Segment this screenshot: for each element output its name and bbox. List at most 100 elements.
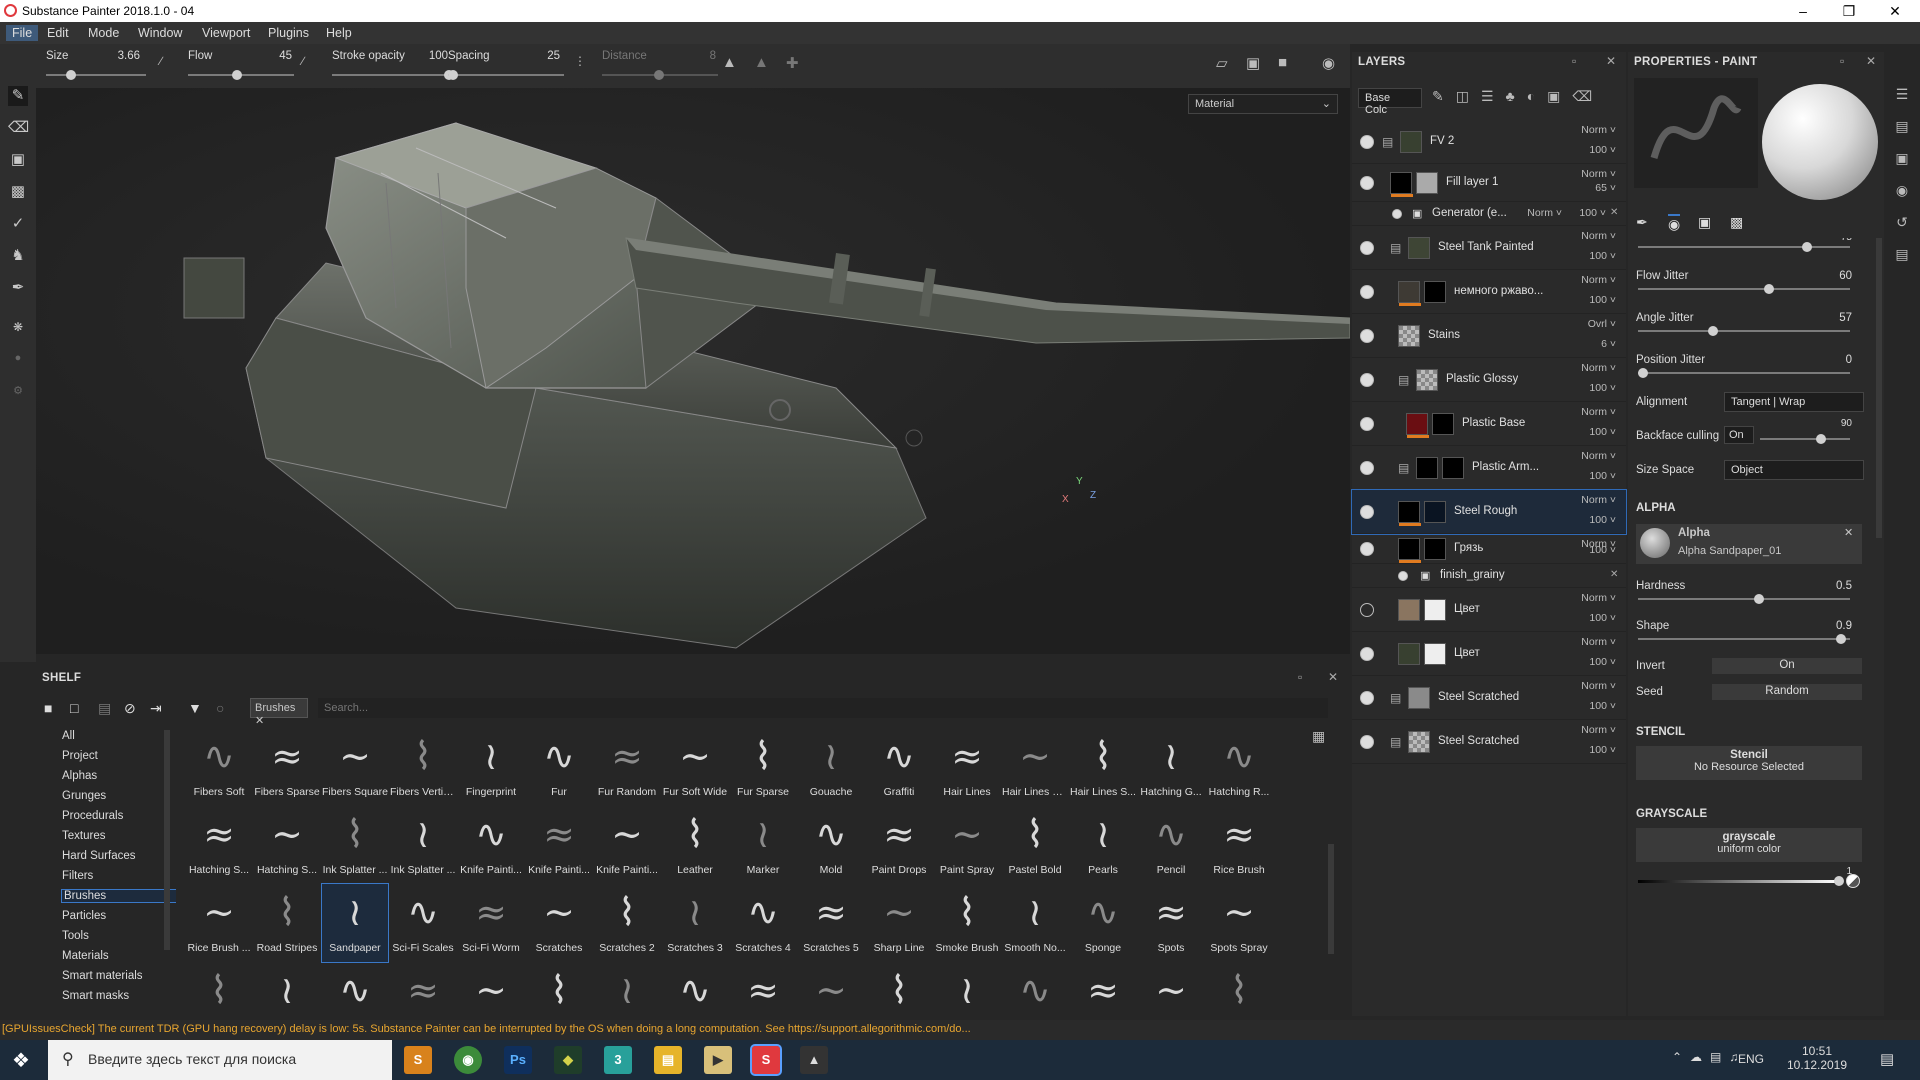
layer-opacity[interactable]: 100 ˅ [1566, 144, 1616, 156]
alignment-select[interactable]: Tangent | Wrap [1724, 392, 1864, 412]
brush-item[interactable]: ∿ Mold [798, 806, 864, 884]
projection-icon[interactable]: ▣ [8, 150, 28, 170]
grayscale-resource[interactable]: grayscale uniform color [1636, 828, 1862, 862]
new-item-icon[interactable]: □ [70, 700, 78, 716]
brush-item[interactable]: ⌇ [526, 962, 592, 1016]
viewport-material-select[interactable]: Material ⌄ [1188, 94, 1338, 114]
category-scrollbar[interactable] [164, 730, 170, 950]
remove-alpha-icon[interactable]: ✕ [1844, 526, 1853, 539]
brush-item[interactable]: ∼ Hatching S... [254, 806, 320, 884]
undock-icon[interactable]: ▫ [1572, 54, 1576, 68]
shelf-category-item[interactable]: Particles [62, 910, 106, 922]
brush-item[interactable]: ⌇ [186, 962, 252, 1016]
brush-item[interactable]: ∼ Hair Lines D... [1002, 728, 1068, 806]
iray-icon[interactable]: ● [8, 352, 28, 372]
layer-thumbnail[interactable] [1398, 281, 1421, 306]
file-explorer-icon[interactable]: ▤ [654, 1046, 682, 1074]
layer-mask-thumbnail[interactable] [1424, 501, 1446, 523]
brush-item[interactable]: ⌇ Ink Splatter ... [322, 806, 388, 884]
layer-name[interactable]: Stains [1428, 329, 1460, 341]
size-space-select[interactable]: Object [1724, 460, 1864, 480]
layer-name[interactable]: Fill layer 1 [1446, 176, 1498, 188]
visibility-eye-icon[interactable] [1360, 176, 1374, 190]
brush-item[interactable]: ∼ Rice Brush ... [186, 884, 252, 962]
brush-item[interactable]: ≈ [1070, 962, 1136, 1016]
menu-file[interactable]: File [6, 25, 39, 41]
brush-item[interactable]: ≈ Knife Painti... [526, 806, 592, 884]
size-jitter-slider[interactable] [1638, 242, 1850, 252]
brush-item[interactable]: ∿ Fibers Soft [186, 728, 252, 806]
brush-item[interactable]: ≀ Sandpaper [321, 883, 389, 963]
layer-row[interactable]: ▤ Steel Scratched Norm ˅ 100 ˅ [1352, 676, 1626, 720]
brush-item[interactable]: ∿ [322, 962, 388, 1016]
position-jitter-slider[interactable] [1638, 368, 1850, 378]
visibility-eye-icon[interactable] [1360, 691, 1374, 705]
camera-icon[interactable]: ■ [1278, 54, 1287, 71]
brush-item[interactable]: ⌇ Fur Sparse [730, 728, 796, 806]
notification-icon[interactable]: ▤ [1880, 1050, 1894, 1068]
layer-thumbnail[interactable] [1398, 538, 1421, 563]
chrome-app-icon[interactable]: ◉ [454, 1046, 482, 1074]
screenshot-icon[interactable]: ◉ [1322, 54, 1335, 72]
brush-item[interactable]: ⌇ Hair Lines S... [1070, 728, 1136, 806]
layer-name[interactable]: Plastic Glossy [1446, 373, 1518, 385]
layer-opacity[interactable]: 100 ˅ [1566, 612, 1616, 624]
layer-row[interactable]: Stains Ovrl ˅ 6 ˅ [1352, 314, 1626, 358]
import-icon[interactable]: ⇥ [150, 700, 162, 717]
brush-grid-scrollbar[interactable] [1328, 844, 1334, 954]
brush-item[interactable]: ∼ [458, 962, 524, 1016]
brush-item[interactable]: ≈ Sci-Fi Worm [458, 884, 524, 962]
layer-opacity[interactable]: 100 ˅ [1566, 470, 1616, 482]
layer-name[interactable]: Plastic Arm... [1472, 461, 1539, 473]
3d-viewport[interactable]: Y X Z [36, 88, 1350, 654]
brush-item[interactable]: ≀ Pearls [1070, 806, 1136, 884]
layer-row[interactable]: ▤ Steel Tank Painted Norm ˅ 100 ˅ [1352, 226, 1626, 270]
brush-item[interactable]: ∿ Sci-Fi Scales [390, 884, 456, 962]
texture-set-settings-icon[interactable]: ▤ [1892, 118, 1912, 138]
brush-item[interactable]: ≀ Smooth No... [1002, 884, 1068, 962]
menu-help[interactable]: Help [326, 26, 352, 40]
folder-icon[interactable]: ▤ [1382, 135, 1393, 149]
layer-name[interactable]: finish_grainy [1440, 569, 1505, 581]
properties-scrollbar[interactable] [1876, 238, 1882, 538]
menu-window[interactable]: Window [138, 26, 182, 40]
layer-opacity[interactable]: 100 ˅ [1566, 514, 1616, 526]
layer-thumbnail[interactable] [1416, 457, 1438, 479]
flow-slider[interactable] [188, 70, 294, 80]
layer-row[interactable]: Цвет Norm ˅ 100 ˅ [1352, 632, 1626, 676]
menu-plugins[interactable]: Plugins [268, 26, 309, 40]
layer-blend-mode[interactable]: Norm ˅ [1566, 592, 1616, 604]
circle-filter-icon[interactable]: ○ [216, 700, 224, 716]
brush-item[interactable]: ∼ Spots Spray [1206, 884, 1272, 962]
brush-item[interactable]: ⌇ Scratches 2 [594, 884, 660, 962]
texture-set-list-icon[interactable]: ☰ [1892, 86, 1912, 106]
remove-effect-icon[interactable]: ✕ [1610, 207, 1618, 218]
layer-row[interactable]: ▤ Plastic Glossy Norm ˅ 100 ˅ [1352, 358, 1626, 402]
layer-name[interactable]: Steel Rough [1454, 505, 1517, 517]
clock[interactable]: 10:51 10.12.2019 [1784, 1044, 1850, 1072]
layer-name[interactable]: Steel Scratched [1438, 691, 1519, 703]
remove-tag-icon[interactable]: ✕ [255, 715, 264, 727]
brush-item[interactable]: ⌇ Road Stripes [254, 884, 320, 962]
layer-row[interactable]: Plastic Base Norm ˅ 100 ˅ [1352, 402, 1626, 446]
layer-opacity[interactable]: 100 ˅ [1566, 700, 1616, 712]
layer-row[interactable]: Грязь Norm ˅ 100 ˅ [1352, 534, 1626, 564]
menu-viewport[interactable]: Viewport [202, 26, 250, 40]
shelf-category-item[interactable]: Filters [62, 870, 93, 882]
layer-thumbnail[interactable] [1416, 369, 1438, 391]
backface-culling-slider[interactable] [1760, 434, 1850, 444]
layer-row[interactable]: Fill layer 1 Norm ˅ 65 ˅ [1352, 164, 1626, 202]
filter-icon[interactable]: ▼ [188, 700, 202, 716]
close-panel-icon[interactable]: ✕ [1328, 670, 1338, 684]
brush-item[interactable]: ≈ Hatching S... [186, 806, 252, 884]
invert-toggle[interactable]: On [1712, 658, 1862, 674]
layer-thumbnail[interactable] [1408, 687, 1430, 709]
photos-app-icon[interactable]: ▲ [800, 1046, 828, 1074]
alpha-resource[interactable]: Alpha Alpha Sandpaper_01 ✕ [1636, 524, 1862, 564]
visibility-eye-icon[interactable] [1360, 461, 1374, 475]
media-player-icon[interactable]: ▶ [704, 1046, 732, 1074]
flow-value[interactable]: 45 [262, 50, 292, 62]
layer-name[interactable]: Steel Tank Painted [1438, 241, 1534, 253]
brush-item[interactable]: ≈ [730, 962, 796, 1016]
layer-thumbnail[interactable] [1398, 643, 1420, 665]
